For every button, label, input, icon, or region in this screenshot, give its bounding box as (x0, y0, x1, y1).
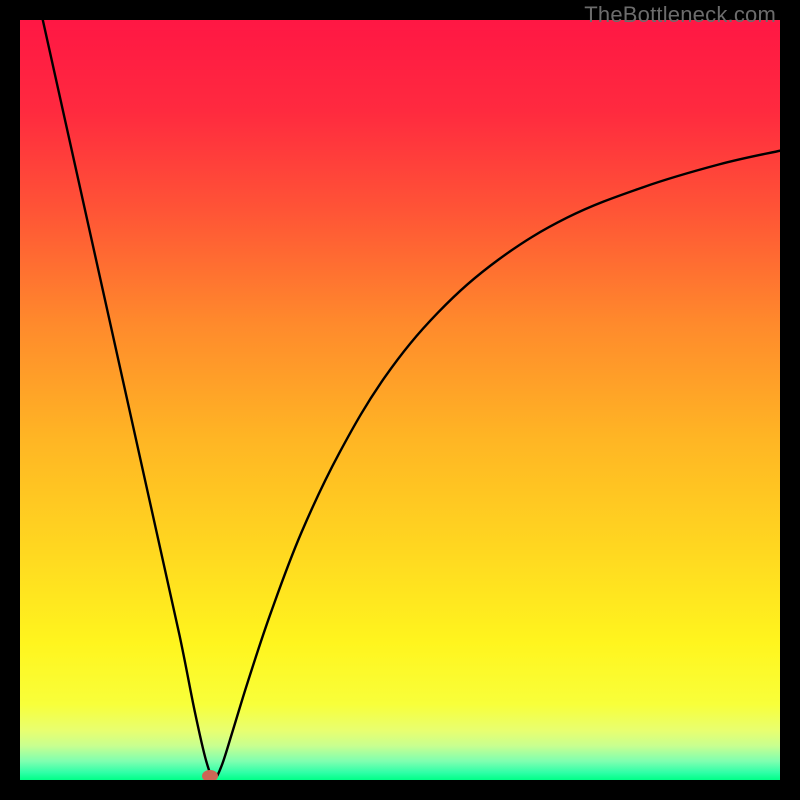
bottleneck-curve (43, 20, 780, 778)
watermark-text: TheBottleneck.com (584, 2, 776, 28)
plot-area (20, 20, 780, 780)
curve-layer (20, 20, 780, 780)
optimum-point-marker (202, 770, 219, 780)
chart-frame: TheBottleneck.com (0, 0, 800, 800)
